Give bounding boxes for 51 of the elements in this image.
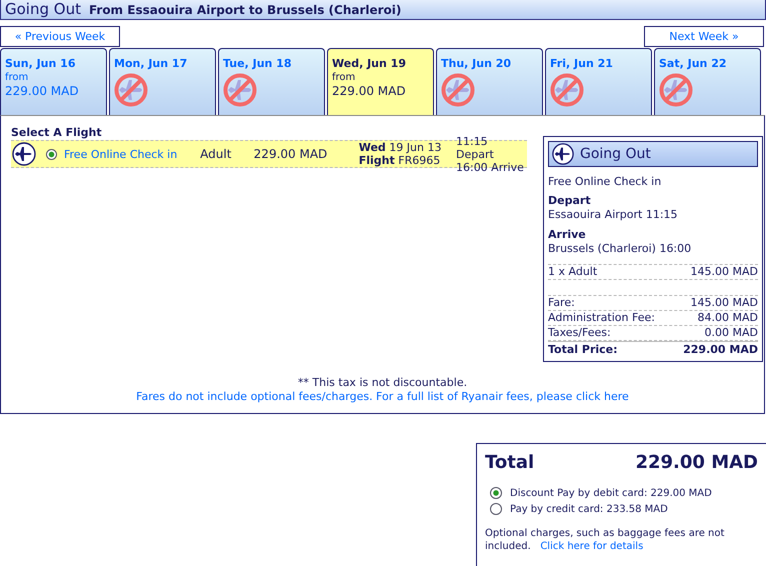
arrive-info: Brussels (Charleroi) 16:00 — [548, 242, 692, 256]
no-flights-icon — [659, 73, 693, 107]
fare-type-link[interactable]: Free Online Check in — [64, 148, 200, 160]
no-flights-icon — [223, 73, 257, 107]
radio-button[interactable] — [46, 148, 57, 160]
previous-week-button[interactable]: « Previous Week — [0, 26, 120, 47]
arrive-label: Arrive — [548, 228, 587, 242]
no-flights-icon — [114, 73, 148, 107]
fee-label: Administration Fee: — [548, 311, 655, 325]
charges-note: Optional charges, such as baggage fees are not included. Click here for details — [485, 527, 726, 553]
fee-amount: 84.00 MAD — [698, 311, 758, 325]
plane-icon — [12, 142, 36, 166]
radio-button[interactable] — [490, 503, 502, 515]
payment-option-label: Pay by credit card: 233.58 MAD — [510, 504, 668, 514]
fee-label: Taxes/Fees: — [548, 326, 611, 340]
section-heading: Select A Flight — [11, 126, 103, 139]
passenger-amount: 145.00 MAD — [690, 265, 758, 279]
day-tab[interactable]: Sat, Jun 22 — [654, 48, 761, 115]
day-tab[interactable]: Sun, Jun 16 from 229.00 MAD — [0, 48, 107, 115]
total-label: Total — [485, 452, 534, 473]
page-title: Going Out — [5, 0, 81, 19]
day-tab[interactable]: Mon, Jun 17 — [109, 48, 216, 115]
day-tab[interactable]: Thu, Jun 20 — [436, 48, 543, 115]
no-flights-icon — [441, 73, 475, 107]
fee-amount: 145.00 MAD — [690, 296, 758, 310]
day-tab[interactable]: Fri, Jun 21 — [545, 48, 652, 115]
fees-link[interactable]: Fares do not include optional fees/charges. For a full list of Ryanair fees, please click here — [136, 390, 629, 403]
route-title: From Essaouira Airport to Brussels (Charleroi) — [88, 3, 402, 17]
details-link[interactable]: Click here for details — [540, 541, 644, 552]
fare-type: Free Online Check in — [548, 175, 662, 188]
fee-amount: 0.00 MAD — [704, 326, 758, 340]
flight-date: Wed 19 Jun 13 — [358, 141, 442, 154]
no-flights-icon — [550, 73, 584, 107]
passenger-label: 1 x Adult — [548, 265, 598, 279]
total-price-amount: 229.00 MAD — [683, 342, 758, 357]
next-week-button[interactable]: Next Week » — [644, 26, 764, 47]
tax-note: ** This tax is not discountable. — [296, 376, 468, 390]
payment-option-label: Discount Pay by debit card: 229.00 MAD — [510, 488, 712, 498]
radio-button[interactable] — [490, 487, 502, 499]
flight-price: 229.00 MAD — [254, 147, 328, 161]
total-price-label: Total Price: — [548, 342, 618, 357]
depart-info: Essaouira Airport 11:15 — [548, 208, 679, 222]
plane-icon — [552, 143, 574, 165]
day-tab[interactable]: Wed, Jun 19 from 229.00 MAD — [327, 48, 434, 115]
passenger-type: Adult — [200, 147, 232, 161]
summary-title: Going Out — [548, 141, 758, 167]
day-tab[interactable]: Tue, Jun 18 — [218, 48, 325, 115]
flight-number: Flight FR6965 — [358, 154, 442, 167]
total-amount: 229.00 MAD — [635, 452, 758, 473]
depart-label: Depart — [548, 194, 592, 208]
fee-label: Fare: — [548, 296, 575, 310]
